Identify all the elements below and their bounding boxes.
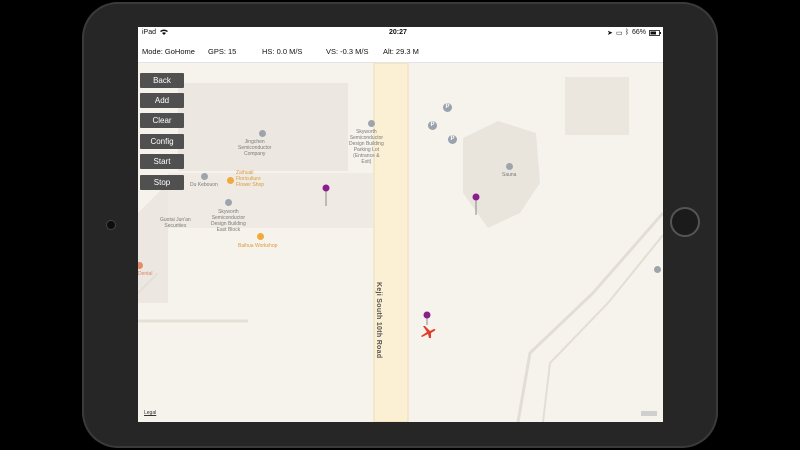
- wifi-icon: [160, 29, 168, 37]
- location-icon: ➤: [607, 30, 613, 37]
- add-button[interactable]: Add: [140, 93, 184, 108]
- clock: 20:27: [389, 29, 407, 36]
- stop-button[interactable]: Stop: [140, 175, 184, 190]
- clear-button[interactable]: Clear: [140, 113, 184, 128]
- front-camera: [106, 220, 116, 230]
- aircraft-icon[interactable]: [419, 323, 437, 339]
- map-attribution: [641, 411, 657, 416]
- poi-dental-label: Dental: [138, 271, 153, 277]
- poi-workshop-icon[interactable]: [257, 233, 264, 240]
- start-button[interactable]: Start: [140, 154, 184, 169]
- horizontal-speed: HS: 0.0 M/S: [262, 47, 303, 56]
- poi-skyworth-east-label: Skyworth Semiconductor Design Building East…: [211, 209, 246, 233]
- flight-mode: Mode: GoHome: [142, 47, 195, 56]
- battery-percent: 66%: [632, 29, 647, 36]
- airplay-icon: ▭: [616, 30, 623, 37]
- parking-icon[interactable]: P: [448, 135, 457, 144]
- poi-baihua-label: Baihua Workshop: [238, 243, 278, 249]
- poi-sauna-icon[interactable]: [506, 163, 513, 170]
- poi-edge-icon[interactable]: [654, 266, 661, 273]
- legal-link[interactable]: Legal: [144, 410, 156, 416]
- parking-icon[interactable]: P: [428, 121, 437, 130]
- map-background: [138, 63, 663, 422]
- poi-zaihuali-label: Zaihuali Floriculture Flower Shop: [236, 170, 265, 188]
- back-button[interactable]: Back: [140, 73, 184, 88]
- poi-sauna-label: Sauna: [502, 172, 517, 178]
- battery-icon: [649, 30, 661, 38]
- vertical-speed: VS: -0.3 M/S: [326, 47, 369, 56]
- carrier-label: iPad: [142, 29, 157, 36]
- status-bar: iPad 20:27 ➤ ▭ ᛒ 66%: [138, 27, 663, 40]
- poi-parking-lot-icon[interactable]: [368, 120, 375, 127]
- poi-building-icon[interactable]: [225, 199, 232, 206]
- map-view[interactable]: Jingchen Semiconductor Company Skyworth Sem…: [138, 63, 663, 422]
- poi-du-kebouon-label: Du Kebouon: [190, 182, 218, 188]
- road-label: Keji South 10th Road: [375, 282, 382, 359]
- poi-guotai-label: Guotai Jun'an Securities: [160, 217, 191, 229]
- config-button[interactable]: Config: [140, 134, 184, 149]
- poi-flower-shop-icon[interactable]: [227, 177, 234, 184]
- poi-company-icon[interactable]: [259, 130, 266, 137]
- poi-jingchen-label: Jingchen Semiconductor Company: [238, 139, 272, 157]
- screen: iPad 20:27 ➤ ▭ ᛒ 66% Mode: GoHome GPS: 1…: [138, 27, 663, 422]
- poi-skyworth-parking-label: Skyworth Semiconductor Design Building Park…: [349, 129, 384, 165]
- waypoint-pin[interactable]: [321, 184, 331, 206]
- home-button[interactable]: [670, 207, 700, 237]
- waypoint-pin[interactable]: [471, 193, 481, 215]
- altitude: Alt: 29.3 M: [383, 47, 419, 56]
- bluetooth-icon: ᛒ: [625, 29, 630, 36]
- gps-count: GPS: 15: [208, 47, 237, 56]
- telemetry-bar: Mode: GoHome GPS: 15 HS: 0.0 M/S VS: -0.…: [138, 40, 663, 63]
- parking-icon[interactable]: P: [443, 103, 452, 112]
- poi-shop-icon[interactable]: [201, 173, 208, 180]
